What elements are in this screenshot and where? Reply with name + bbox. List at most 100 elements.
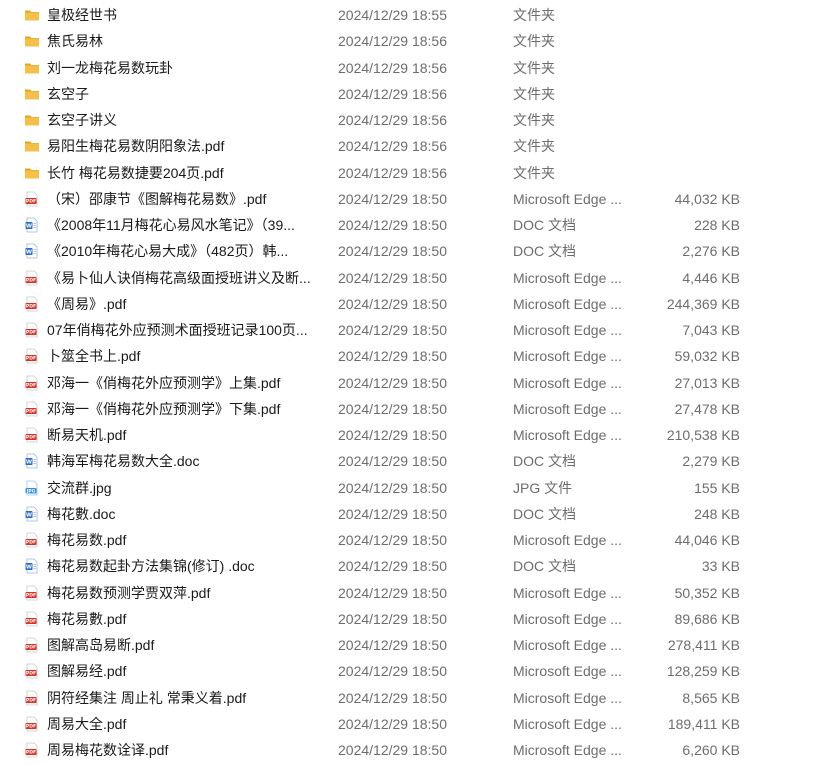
file-row[interactable]: 刘一龙梅花易数玩卦 2024/12/29 18:56 文件夹 (0, 55, 828, 81)
file-date-modified: 2024/12/29 18:56 (338, 112, 447, 128)
file-row[interactable]: W 梅花易数起卦方法集锦(修订) .doc 2024/12/29 18:50 DOC … (0, 553, 828, 579)
file-date-modified: 2024/12/29 18:50 (338, 322, 447, 338)
file-name: 周易梅花数诠译.pdf (47, 742, 169, 758)
file-row[interactable]: PDF 图解易经.pdf 2024/12/29 18:50 Microsoft Edg… (0, 658, 828, 684)
pdf-icon: PDF (24, 401, 40, 417)
file-row[interactable]: PDF 邓海一《俏梅花外应预测学》上集.pdf 2024/12/29 18:50 Mi… (0, 370, 828, 396)
file-row[interactable]: PDF 周易大全.pdf 2024/12/29 18:50 Microsoft Edg… (0, 711, 828, 737)
file-name: 梅花數.doc (47, 505, 116, 522)
file-date-modified: 2024/12/29 18:50 (338, 374, 447, 391)
file-row[interactable]: 易阳生梅花易数阴阳象法.pdf 2024/12/29 18:56 文件夹 (0, 133, 828, 159)
file-row[interactable]: PDF 阴符经集注 周止礼 常秉义着.pdf 2024/12/29 18:50 Mic… (0, 685, 828, 711)
file-name: 图解易经.pdf (47, 663, 127, 680)
pdf-icon: PDF (24, 663, 40, 679)
file-name: 皇极经世书 (47, 7, 117, 23)
file-type: DOC 文档 (513, 505, 576, 522)
folder-icon (24, 165, 40, 181)
svg-text:PDF: PDF (26, 592, 36, 598)
file-list: 皇极经世书 2024/12/29 18:55 文件夹 焦氏易林 2024/12/29 1… (0, 2, 828, 763)
file-type: 文件夹 (513, 164, 555, 181)
file-name: 断易天机.pdf (47, 427, 127, 443)
file-size: 210,538 KB (666, 427, 740, 443)
file-name: （宋）邵康节《图解梅花易数》.pdf (47, 190, 267, 207)
file-name: 易阳生梅花易数阴阳象法.pdf (47, 138, 225, 155)
svg-text:PDF: PDF (26, 408, 36, 414)
file-type: Microsoft Edge ... (513, 427, 622, 443)
pdf-icon: PDF (24, 637, 40, 653)
file-type: Microsoft Edge ... (513, 322, 622, 338)
file-row[interactable]: PDF 《易卜仙人诀俏梅花高级面授班讲义及断... 2024/12/29 18:50… (0, 265, 828, 291)
doc-icon: W (24, 558, 40, 574)
file-date-modified: 2024/12/29 18:56 (338, 33, 447, 50)
file-row[interactable]: PDF 《周易》.pdf 2024/12/29 18:50 Microsoft Edg… (0, 291, 828, 317)
file-date-modified: 2024/12/29 18:50 (338, 610, 447, 627)
file-row[interactable]: W 梅花數.doc 2024/12/29 18:50 DOC 文档 248 KB (0, 501, 828, 527)
folder-icon (24, 138, 40, 154)
file-type: Microsoft Edge ... (513, 374, 622, 391)
file-name: 邓海一《俏梅花外应预测学》下集.pdf (47, 400, 281, 417)
pdf-icon: PDF (24, 375, 40, 391)
folder-icon (24, 33, 40, 49)
file-name: 韩海军梅花易数大全.doc (47, 453, 200, 470)
file-size: 6,260 KB (682, 742, 740, 758)
file-name: 梅花易数起卦方法集锦(修订) .doc (47, 558, 255, 575)
file-size: 228 KB (694, 217, 740, 233)
file-date-modified: 2024/12/29 18:50 (338, 427, 447, 443)
file-size: 33 KB (701, 558, 740, 575)
file-row[interactable]: PDF 图解高岛易断.pdf 2024/12/29 18:50 Microsoft E… (0, 632, 828, 658)
file-row[interactable]: 焦氏易林 2024/12/29 18:56 文件夹 (0, 28, 828, 54)
file-row[interactable]: PDF 断易天机.pdf 2024/12/29 18:50 Microsoft Edg… (0, 422, 828, 448)
file-row[interactable]: JPG 交流群.jpg 2024/12/29 18:50 JPG 文件 155 KB (0, 475, 828, 501)
file-type: DOC 文档 (513, 453, 576, 470)
file-row[interactable]: 长竹 梅花易数捷要204页.pdf 2024/12/29 18:56 文件夹 (0, 160, 828, 186)
file-row[interactable]: W 《2008年11月梅花心易风水笔记》（39... 2024/12/29 18:5… (0, 212, 828, 238)
file-row[interactable]: PDF 卜筮全书上.pdf 2024/12/29 18:50 Microsoft Ed… (0, 343, 828, 369)
file-name: 梅花易数预测学贾双萍.pdf (47, 584, 211, 601)
pdf-icon: PDF (24, 270, 40, 286)
svg-text:PDF: PDF (26, 723, 36, 729)
file-type: Microsoft Edge ... (513, 742, 622, 758)
file-row[interactable]: PDF 周易梅花数诠译.pdf 2024/12/29 18:50 Microsoft … (0, 737, 828, 763)
svg-text:PDF: PDF (26, 198, 36, 204)
doc-icon: W (24, 453, 40, 469)
file-row[interactable]: PDF 邓海一《俏梅花外应预测学》下集.pdf 2024/12/29 18:50 Mi… (0, 396, 828, 422)
file-size: 8,565 KB (682, 689, 740, 706)
svg-text:PDF: PDF (26, 618, 36, 624)
folder-icon (24, 7, 40, 23)
file-row[interactable]: PDF 梅花易數.pdf 2024/12/29 18:50 Microsoft Edg… (0, 606, 828, 632)
file-row[interactable]: 玄空子 2024/12/29 18:56 文件夹 (0, 81, 828, 107)
file-row[interactable]: 玄空子讲义 2024/12/29 18:56 文件夹 (0, 107, 828, 133)
file-size: 189,411 KB (667, 715, 740, 732)
file-row[interactable]: PDF 梅花易数预测学贾双萍.pdf 2024/12/29 18:50 Microso… (0, 580, 828, 606)
svg-text:PDF: PDF (26, 382, 36, 388)
pdf-icon: PDF (24, 322, 40, 338)
svg-text:W: W (26, 565, 32, 571)
file-row[interactable]: W 《2010年梅花心易大成》（482页）韩... 2024/12/29 18:50… (0, 238, 828, 264)
pdf-icon: PDF (24, 348, 40, 364)
svg-text:W: W (26, 460, 32, 466)
file-row[interactable]: PDF 梅花易数.pdf 2024/12/29 18:50 Microsoft Edg… (0, 527, 828, 553)
file-type: 文件夹 (513, 7, 555, 23)
folder-icon (24, 86, 40, 102)
file-type: Microsoft Edge ... (513, 190, 622, 207)
file-size: 27,013 KB (674, 374, 740, 391)
svg-text:W: W (26, 512, 32, 518)
file-date-modified: 2024/12/29 18:50 (338, 532, 447, 548)
file-size: 128,259 KB (666, 663, 740, 680)
doc-icon: W (24, 243, 40, 259)
file-row[interactable]: PDF 07年俏梅花外应预测术面授班记录100页... 2024/12/29 18:… (0, 317, 828, 343)
file-type: Microsoft Edge ... (513, 610, 622, 627)
svg-text:PDF: PDF (26, 645, 36, 651)
svg-text:PDF: PDF (26, 750, 36, 756)
file-date-modified: 2024/12/29 18:50 (338, 715, 447, 732)
file-date-modified: 2024/12/29 18:50 (338, 295, 447, 312)
file-date-modified: 2024/12/29 18:50 (338, 584, 447, 601)
file-type: Microsoft Edge ... (513, 637, 622, 653)
file-row[interactable]: W 韩海军梅花易数大全.doc 2024/12/29 18:50 DOC 文档 2,27… (0, 448, 828, 474)
file-type: Microsoft Edge ... (513, 269, 622, 286)
file-name: 梅花易數.pdf (47, 610, 127, 627)
file-row[interactable]: 皇极经世书 2024/12/29 18:55 文件夹 (0, 2, 828, 28)
file-name: 玄空子讲义 (47, 112, 117, 128)
folder-icon (24, 60, 40, 76)
file-row[interactable]: PDF （宋）邵康节《图解梅花易数》.pdf 2024/12/29 18:50 Mic… (0, 186, 828, 212)
